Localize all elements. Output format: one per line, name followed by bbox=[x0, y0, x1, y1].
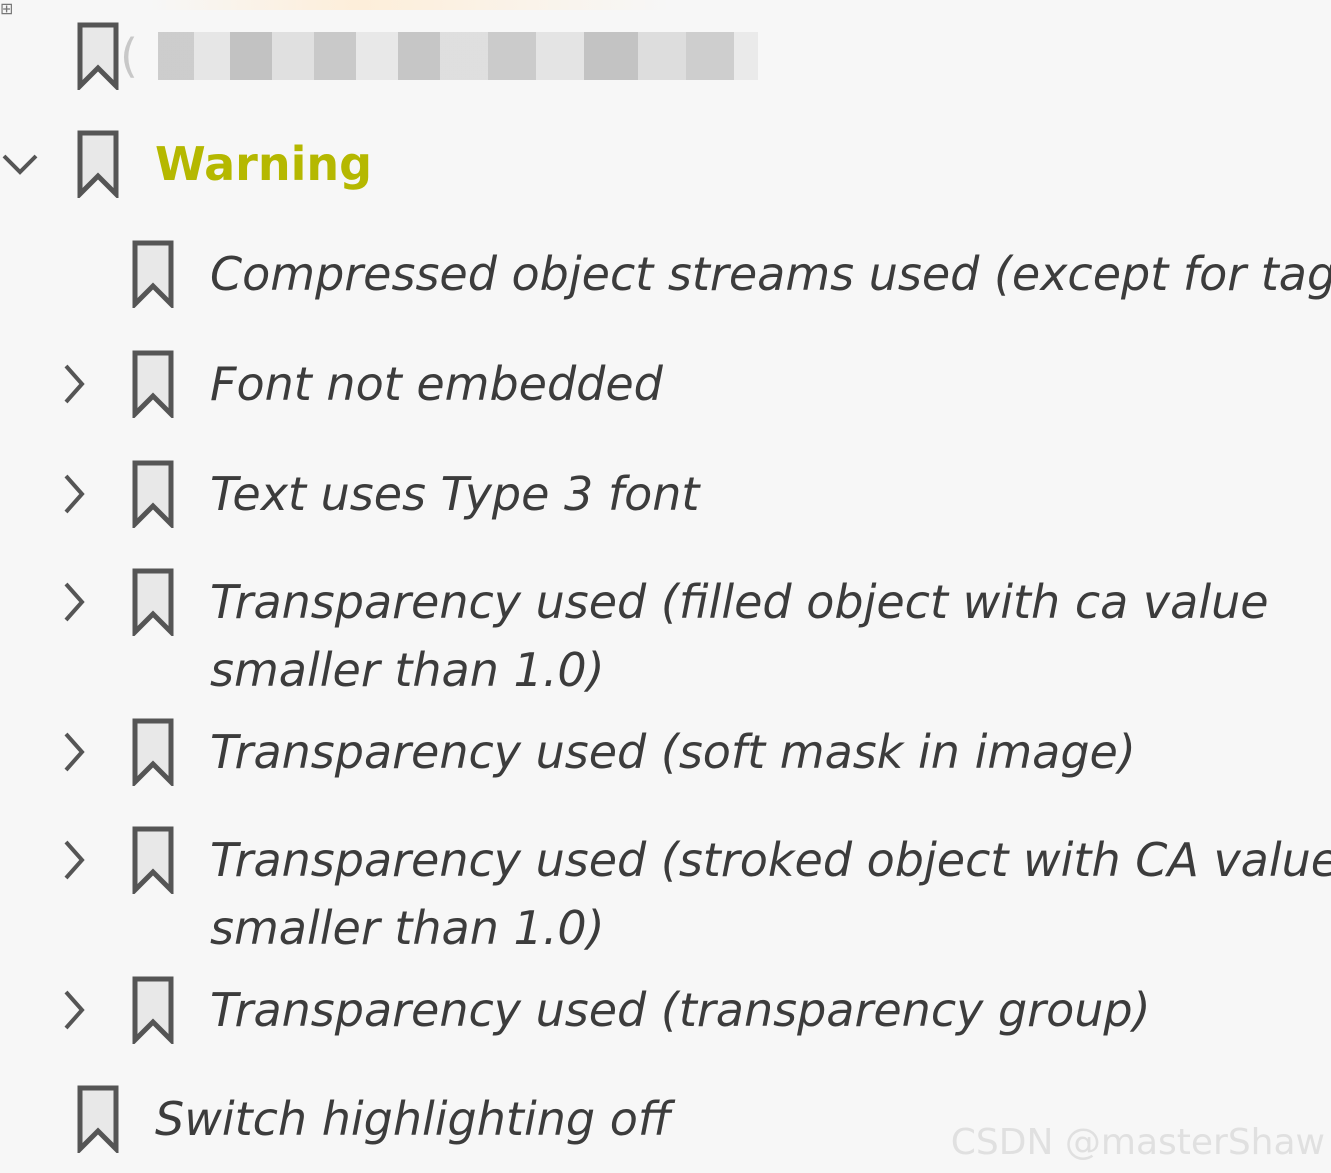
chevron-right-icon[interactable] bbox=[52, 580, 96, 624]
bookmark-icon bbox=[131, 240, 175, 308]
bookmark-icon bbox=[131, 718, 175, 786]
bookmark-icon bbox=[76, 1085, 120, 1153]
tree-item-transparency-soft-mask[interactable]: Transparency used (soft mask in image) bbox=[0, 718, 1331, 786]
tree-item-type3-font[interactable]: Text uses Type 3 font bbox=[0, 460, 1331, 528]
chevron-right-icon[interactable] bbox=[52, 362, 96, 406]
bookmark-icon bbox=[131, 826, 175, 894]
chevron-right-icon[interactable] bbox=[52, 988, 96, 1032]
tree-item-label-line2: smaller than 1.0) bbox=[210, 643, 605, 697]
tree-item-label: Text uses Type 3 font bbox=[210, 467, 700, 521]
bookmarks-panel: ⊞ ( Warning Compressed object streams us… bbox=[0, 0, 1331, 1173]
tree-item-label: Transparency used (soft mask in image) bbox=[210, 725, 1136, 779]
tree-item-transparency-filled[interactable]: Transparency used (filled object with ca… bbox=[0, 568, 1331, 704]
chevron-right-icon[interactable] bbox=[52, 472, 96, 516]
redacted-paren: ( bbox=[120, 29, 138, 83]
redacted-label bbox=[158, 32, 758, 80]
tree-item-label: Compressed object streams used (except f… bbox=[210, 247, 1331, 301]
watermark: CSDN @masterShaw bbox=[950, 1122, 1325, 1163]
bookmark-icon bbox=[131, 460, 175, 528]
tree-item-label: Transparency used (transparency group) bbox=[210, 983, 1151, 1037]
tree-item-label: Switch highlighting off bbox=[155, 1092, 672, 1146]
bookmark-icon bbox=[131, 568, 175, 636]
tree-item-label-line2: smaller than 1.0) bbox=[210, 901, 605, 955]
bookmark-icon bbox=[76, 130, 120, 198]
tree-item-font-not-embedded[interactable]: Font not embedded bbox=[0, 350, 1331, 418]
tree-item-label-line1: Transparency used (stroked object with C… bbox=[210, 833, 1331, 887]
tree-item-transparency-stroked[interactable]: Transparency used (stroked object with C… bbox=[0, 826, 1331, 962]
redacted-highlight bbox=[150, 0, 670, 10]
tree-item-label: Warning bbox=[155, 137, 373, 191]
bookmark-icon bbox=[131, 976, 175, 1044]
tree-item-compressed-object-streams[interactable]: Compressed object streams used (except f… bbox=[0, 240, 1331, 308]
chevron-right-icon[interactable] bbox=[52, 838, 96, 882]
tree-item-redacted[interactable]: ( bbox=[0, 0, 1331, 110]
chevron-right-icon[interactable] bbox=[52, 730, 96, 774]
tree-item-label: Font not embedded bbox=[210, 357, 663, 411]
tree-item-transparency-group[interactable]: Transparency used (transparency group) bbox=[0, 976, 1331, 1044]
tree-item-label-line1: Transparency used (filled object with ca… bbox=[210, 575, 1269, 629]
tree-item-warning[interactable]: Warning bbox=[0, 130, 1331, 198]
chevron-down-icon[interactable] bbox=[0, 142, 44, 186]
bookmark-icon bbox=[76, 22, 120, 90]
bookmark-icon bbox=[131, 350, 175, 418]
